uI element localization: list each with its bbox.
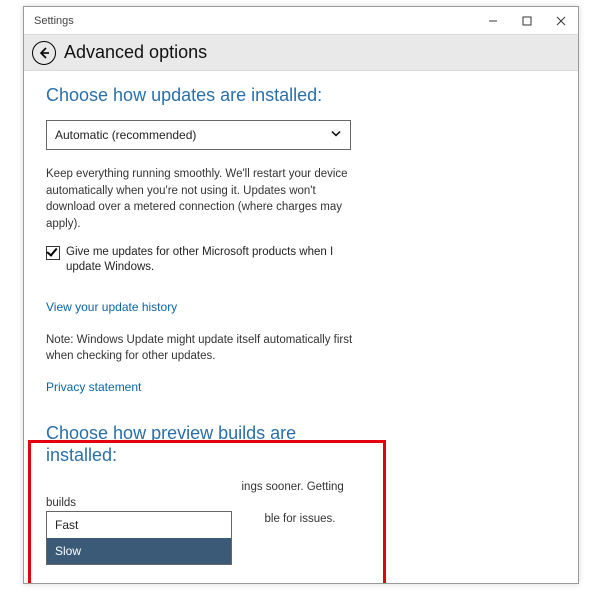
update-history-link[interactable]: View your update history [46,300,177,314]
arrow-left-icon [37,46,51,60]
install-mode-value: Automatic (recommended) [55,128,196,142]
content-area: Choose how updates are installed: Automa… [24,71,578,583]
preview-heading: Choose how preview builds are installed: [46,422,346,467]
page-title: Advanced options [64,42,207,63]
install-mode-dropdown[interactable]: Automatic (recommended) [46,120,351,150]
close-button[interactable] [544,7,578,35]
privacy-link[interactable]: Privacy statement [46,380,141,394]
preview-ring-dropdown[interactable]: Fast Slow [46,511,232,565]
minimize-button[interactable] [476,7,510,35]
preview-option-fast[interactable]: Fast [47,512,231,538]
update-note: Note: Windows Update might update itself… [46,332,356,364]
ms-products-checkbox-row[interactable]: Give me updates for other Microsoft prod… [46,245,366,276]
updates-description: Keep everything running smoothly. We'll … [46,166,356,233]
page-header: Advanced options [24,35,578,71]
updates-heading: Choose how updates are installed: [46,85,556,106]
titlebar: Settings [24,7,578,35]
chevron-down-icon [330,128,342,143]
ms-products-label: Give me updates for other Microsoft prod… [66,245,366,276]
window-controls [476,7,578,35]
preview-option-slow[interactable]: Slow [47,538,231,564]
settings-window: Settings Advanced optio [23,6,579,584]
maximize-button[interactable] [510,7,544,35]
ms-products-checkbox[interactable] [46,246,60,260]
window-title: Settings [34,15,74,27]
back-button[interactable] [32,41,56,65]
